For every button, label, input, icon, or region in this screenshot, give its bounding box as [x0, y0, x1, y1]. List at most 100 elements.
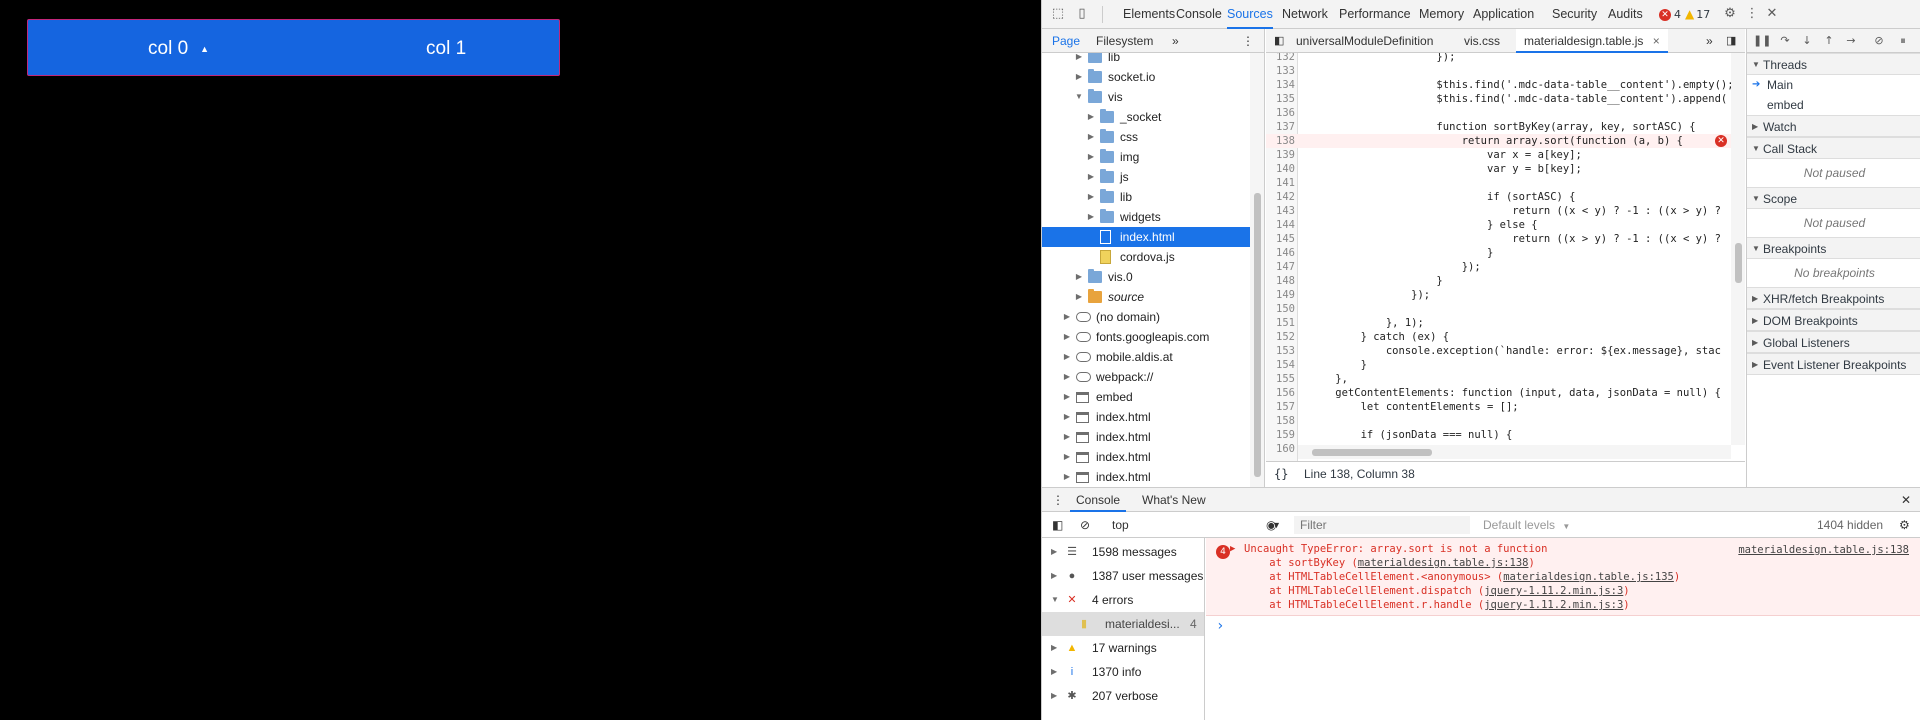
pane-global-listeners[interactable]: ▶ Global Listeners — [1747, 331, 1920, 353]
log-levels-dropdown[interactable]: Default levels ▼ — [1483, 512, 1570, 538]
tab-sources[interactable]: Sources — [1227, 0, 1273, 29]
scrollbar-thumb[interactable] — [1312, 449, 1432, 456]
pane-breakpoints[interactable]: ▼ Breakpoints — [1747, 237, 1920, 259]
tree-item[interactable]: ▶ source — [1042, 287, 1250, 307]
close-tab-icon[interactable]: × — [1653, 34, 1660, 48]
drawer-menu-icon[interactable]: ⋮ — [1052, 488, 1064, 512]
error-source-link[interactable]: materialdesign.table.js:138 — [1738, 544, 1909, 556]
line-number[interactable]: 139 — [1266, 148, 1295, 162]
tab-audits[interactable]: Audits — [1608, 0, 1643, 29]
collapsed-triangle-icon[interactable]: ▶ — [1062, 447, 1072, 467]
more-options-icon[interactable]: ⋮ — [1744, 6, 1760, 22]
pane-threads[interactable]: ▼ Threads — [1747, 53, 1920, 75]
line-number[interactable]: 137 — [1266, 120, 1295, 134]
step-over-icon[interactable]: ↷ — [1777, 33, 1793, 49]
line-number[interactable]: 145 — [1266, 232, 1295, 246]
collapsed-triangle-icon[interactable]: ▶ — [1086, 187, 1096, 207]
line-number[interactable]: 147 — [1266, 260, 1295, 274]
context-selector[interactable]: top ▼ — [1112, 512, 1281, 538]
live-expression-icon[interactable]: ◉ — [1266, 512, 1276, 538]
tree-item[interactable]: ▶ embed — [1042, 387, 1250, 407]
line-number[interactable]: 149 — [1266, 288, 1295, 302]
line-number[interactable]: 155 — [1266, 372, 1295, 386]
toggle-sidebar-icon[interactable]: ◧ — [1052, 512, 1063, 538]
line-number[interactable]: 151 — [1266, 316, 1295, 330]
tree-item[interactable]: ▼ vis — [1042, 87, 1250, 107]
console-filter-input[interactable] — [1294, 516, 1470, 534]
tab-universal-module[interactable]: universalModuleDefinition — [1296, 29, 1433, 53]
pane-dom-breakpoints[interactable]: ▶ DOM Breakpoints — [1747, 309, 1920, 331]
line-number[interactable]: 142 — [1266, 190, 1295, 204]
console-prompt[interactable]: › — [1216, 618, 1224, 634]
collapsed-triangle-icon[interactable]: ▶ — [1062, 347, 1072, 367]
tree-item[interactable]: ▶ mobile.aldis.at — [1042, 347, 1250, 367]
tree-item[interactable]: index.html — [1042, 227, 1250, 247]
settings-icon[interactable]: ⚙ — [1722, 6, 1738, 22]
collapsed-triangle-icon[interactable]: ▶ — [1086, 167, 1096, 187]
toggle-debugger-icon[interactable]: ◨ — [1726, 29, 1736, 53]
clear-console-icon[interactable]: ⊘ — [1080, 512, 1090, 538]
console-filter-item[interactable]: ▶ ▲ 17 warnings — [1042, 636, 1204, 660]
collapsed-triangle-icon[interactable]: ▶ — [1086, 147, 1096, 167]
console-filter-item[interactable]: ▶ ✱ 207 verbose — [1042, 684, 1204, 708]
line-number[interactable]: 138 — [1266, 134, 1295, 148]
line-number[interactable]: 146 — [1266, 246, 1295, 260]
collapsed-triangle-icon[interactable]: ▶ — [1062, 327, 1072, 347]
navigator-menu-icon[interactable]: ⋮ — [1242, 29, 1254, 53]
navigator-scrollbar[interactable] — [1250, 53, 1264, 487]
deactivate-breakpoints-icon[interactable]: ⊘ — [1871, 33, 1887, 49]
line-number[interactable]: 141 — [1266, 176, 1295, 190]
collapsed-triangle-icon[interactable]: ▶ — [1074, 53, 1084, 67]
line-number[interactable]: 154 — [1266, 358, 1295, 372]
collapsed-triangle-icon[interactable]: ▶ — [1062, 387, 1072, 407]
tree-item[interactable]: ▶ socket.io — [1042, 67, 1250, 87]
tab-vis-css[interactable]: vis.css — [1464, 29, 1500, 53]
line-number[interactable]: 148 — [1266, 274, 1295, 288]
tab-security[interactable]: Security — [1552, 0, 1597, 29]
thread-item[interactable]: ➔ Main — [1747, 75, 1920, 95]
tree-item[interactable]: ▶ css — [1042, 127, 1250, 147]
tree-item[interactable]: ▶ lib — [1042, 187, 1250, 207]
pane-xhr-fetch-breakpoints[interactable]: ▶ XHR/fetch Breakpoints — [1747, 287, 1920, 309]
column-header-0[interactable]: col 0 ▲ — [148, 20, 209, 77]
tab-materialdesign-table-js[interactable]: materialdesign.table.js × — [1516, 29, 1668, 53]
collapsed-triangle-icon[interactable]: ▶ — [1062, 307, 1072, 327]
tree-item[interactable]: ▶ img — [1042, 147, 1250, 167]
tab-whats-new[interactable]: What's New — [1142, 488, 1206, 512]
collapsed-triangle-icon[interactable]: ▶ — [1086, 107, 1096, 127]
console-filter-item[interactable]: ▮ materialdesi... 4 — [1042, 612, 1204, 636]
tree-item[interactable]: cordova.js — [1042, 247, 1250, 267]
line-number[interactable]: 134 — [1266, 78, 1295, 92]
collapsed-triangle-icon[interactable]: ▶ — [1086, 127, 1096, 147]
line-number[interactable]: 150 — [1266, 302, 1295, 316]
collapsed-triangle-icon[interactable]: ▶ — [1086, 207, 1096, 227]
collapsed-triangle-icon[interactable]: ▶ — [1062, 467, 1072, 487]
line-number[interactable]: 153 — [1266, 344, 1295, 358]
line-number[interactable]: 156 — [1266, 386, 1295, 400]
tree-item[interactable]: ▶ js — [1042, 167, 1250, 187]
tree-item[interactable]: ▶ index.html — [1042, 427, 1250, 447]
console-settings-icon[interactable]: ⚙ — [1899, 512, 1910, 538]
pretty-print-button[interactable]: {} — [1274, 462, 1288, 486]
line-number[interactable]: 143 — [1266, 204, 1295, 218]
stack-frame-link[interactable]: materialdesign.table.js:135 — [1503, 571, 1674, 583]
pane-call-stack[interactable]: ▼ Call Stack — [1747, 137, 1920, 159]
expand-triangle-icon[interactable]: ▶ — [1230, 542, 1235, 556]
line-number[interactable]: 133 — [1266, 64, 1295, 78]
pane-scope[interactable]: ▼ Scope — [1747, 187, 1920, 209]
tree-item[interactable]: ▶ lib — [1042, 53, 1250, 67]
line-number[interactable]: 152 — [1266, 330, 1295, 344]
tree-item[interactable]: ▶ fonts.googleapis.com — [1042, 327, 1250, 347]
stack-frame-link[interactable]: materialdesign.table.js:138 — [1358, 557, 1529, 569]
line-number[interactable]: 144 — [1266, 218, 1295, 232]
collapsed-triangle-icon[interactable]: ▶ — [1062, 407, 1072, 427]
error-message[interactable]: 4 ▶ Uncaught TypeError: array.sort is no… — [1206, 538, 1920, 616]
stack-frame-link[interactable]: jquery-1.11.2.min.js:3 — [1484, 599, 1623, 611]
close-drawer-icon[interactable]: ✕ — [1901, 488, 1911, 512]
pane-event-listener-breakpoints[interactable]: ▶ Event Listener Breakpoints — [1747, 353, 1920, 375]
tree-item[interactable]: ▶ _socket — [1042, 107, 1250, 127]
code-area[interactable]: 132 }); 133 134 $this.find('.mdc-data-tabl… — [1266, 53, 1745, 461]
step-out-icon[interactable]: ↑ — [1821, 33, 1837, 49]
tab-memory[interactable]: Memory — [1419, 0, 1464, 29]
tree-item[interactable]: ▶ webpack:// — [1042, 367, 1250, 387]
